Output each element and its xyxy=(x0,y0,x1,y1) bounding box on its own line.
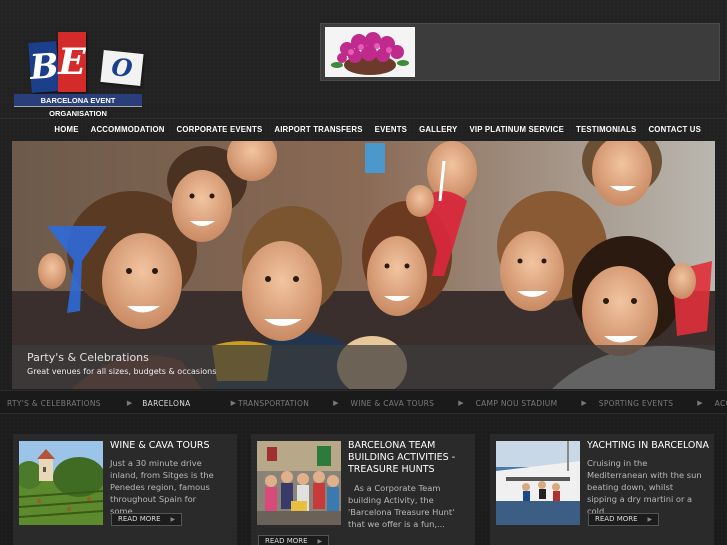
card-body: Just a 30 minute drive inland, from Sitg… xyxy=(110,458,214,516)
hero-subtitle: Great venues for all sizes, budgets & oc… xyxy=(27,367,217,376)
nav-airport-transfers[interactable]: AIRPORT TRANSFERS xyxy=(268,119,368,140)
main-nav: HOME ACCOMMODATION CORPORATE EVENTS AIRP… xyxy=(0,118,727,140)
ticker-item-partys-celebrations[interactable]: RTY'S & CELEBRATIONS xyxy=(7,399,101,408)
vineyard-image[interactable] xyxy=(19,441,103,525)
read-more-button[interactable]: READ MORE ▶ xyxy=(588,513,660,526)
play-arrow-icon: ▶ xyxy=(458,399,464,407)
logo-caption: BARCELONA EVENT ORGANISATION xyxy=(14,94,142,118)
card-title[interactable]: WINE & CAVA TOURS xyxy=(110,440,235,452)
slide-ticker: RTY'S & CELEBRATIONS ▶ BARCELONA ▶ TRANS… xyxy=(0,390,727,414)
nav-home[interactable]: HOME xyxy=(48,119,84,140)
treasure-hunt-image[interactable] xyxy=(257,441,341,525)
chevron-right-icon: ▶ xyxy=(647,516,653,523)
read-more-label: READ MORE xyxy=(265,537,308,545)
card-title[interactable]: YACHTING IN BARCELONA xyxy=(587,440,712,452)
site-logo[interactable]: B E O BARCELONA EVENT ORGANISATION xyxy=(14,30,144,118)
flowers-image[interactable] xyxy=(325,27,415,77)
card-yachting: YACHTING IN BARCELONA Cruising in the Me… xyxy=(490,434,714,545)
nav-testimonials[interactable]: TESTIMONIALS xyxy=(570,119,642,140)
ticker-item-transportation[interactable]: TRANSPORTATION xyxy=(238,399,309,408)
play-arrow-icon: ▶ xyxy=(581,399,587,407)
play-arrow-icon: ▶ xyxy=(697,399,703,407)
card-wine-cava-tours: WINE & CAVA TOURS Just a 30 minute drive… xyxy=(13,434,237,545)
card-body: Cruising in the Mediterranean with the s… xyxy=(587,458,702,516)
ticker-item-wine-cava-tours[interactable]: WINE & CAVA TOURS xyxy=(351,399,435,408)
nav-accommodation[interactable]: ACCOMMODATION xyxy=(85,119,171,140)
play-arrow-icon: ▶ xyxy=(230,399,236,407)
read-more-label: READ MORE xyxy=(595,515,638,523)
hero-caption: Party's & Celebrations Great venues for … xyxy=(12,345,715,389)
ticker-item-barcelona[interactable]: BARCELONA xyxy=(142,399,190,408)
nav-gallery[interactable]: GALLERY xyxy=(413,119,463,140)
ticker-item-acc[interactable]: ACC xyxy=(715,399,727,408)
logo-letter-o: O xyxy=(100,49,144,87)
nav-events[interactable]: EVENTS xyxy=(369,119,413,140)
hero-slideshow[interactable]: Party's & Celebrations Great venues for … xyxy=(12,141,715,389)
chevron-right-icon: ▶ xyxy=(317,538,323,545)
read-more-button[interactable]: READ MORE ▶ xyxy=(258,535,330,545)
nav-corporate-events[interactable]: CORPORATE EVENTS xyxy=(171,119,269,140)
card-team-building: BARCELONA TEAM BUILDING ACTIVITIES - TRE… xyxy=(251,434,475,545)
ticker-item-sporting-events[interactable]: SPORTING EVENTS xyxy=(599,399,674,408)
nav-vip-platinum-service[interactable]: VIP PLATINUM SERVICE xyxy=(463,119,570,140)
logo-letter-e: E xyxy=(58,32,86,92)
yacht-image[interactable] xyxy=(496,441,580,525)
read-more-label: READ MORE xyxy=(118,515,161,523)
play-arrow-icon: ▶ xyxy=(333,399,339,407)
card-body: As a Corporate Team building Activity, t… xyxy=(348,483,455,529)
header-banner xyxy=(320,23,720,81)
ticker-item-camp-nou-stadium[interactable]: CAMP NOU STADIUM xyxy=(476,399,558,408)
logo-letter-b: B xyxy=(28,41,60,93)
card-title[interactable]: BARCELONA TEAM BUILDING ACTIVITIES - TRE… xyxy=(348,440,473,476)
nav-contact-us[interactable]: CONTACT US xyxy=(642,119,707,140)
chevron-right-icon: ▶ xyxy=(170,516,176,523)
read-more-button[interactable]: READ MORE ▶ xyxy=(111,513,183,526)
hero-title: Party's & Celebrations xyxy=(27,351,149,364)
play-arrow-icon: ▶ xyxy=(126,399,133,407)
